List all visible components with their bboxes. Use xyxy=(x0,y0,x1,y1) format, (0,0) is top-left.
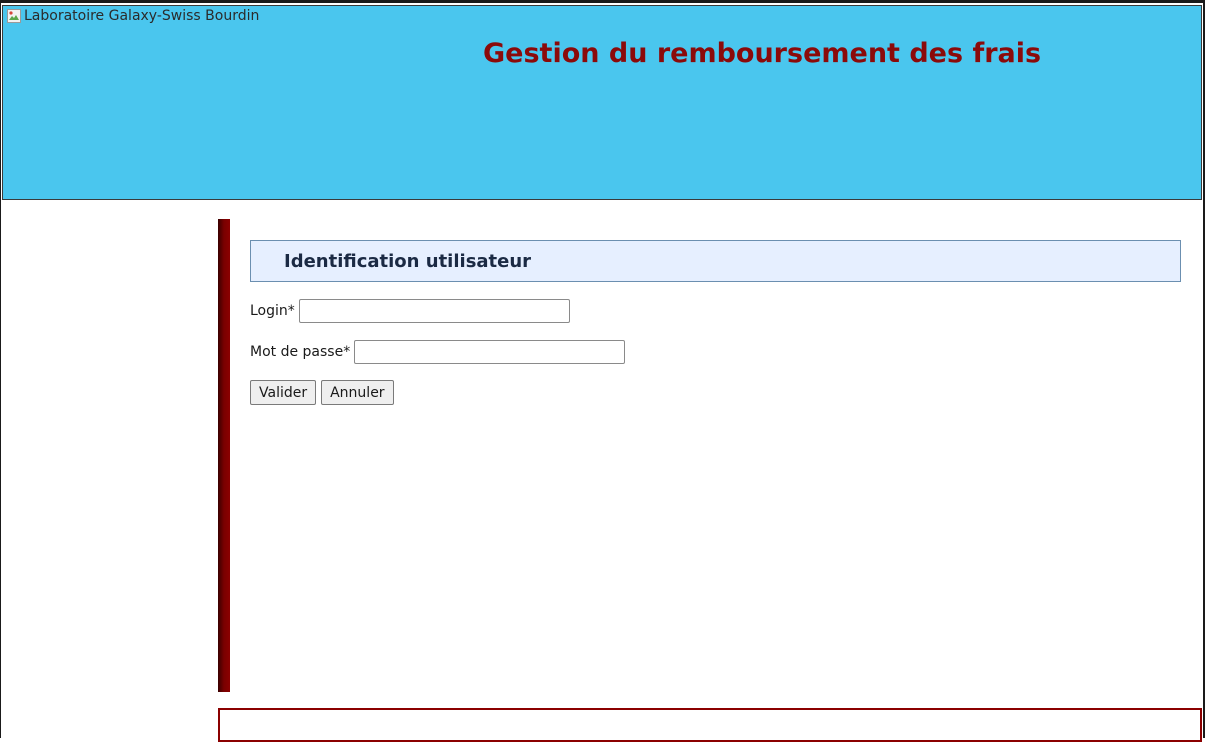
left-accent-bar xyxy=(218,219,230,692)
password-input[interactable] xyxy=(354,339,626,364)
login-input[interactable] xyxy=(298,298,570,323)
form-buttons: Valider Annuler xyxy=(250,380,1181,405)
login-row: Login* xyxy=(250,298,1181,323)
section-heading: Identification utilisateur xyxy=(250,240,1181,282)
site-header: Laboratoire Galaxy-Swiss Bourdin Gestion… xyxy=(2,5,1202,200)
logo-alt-text: Laboratoire Galaxy-Swiss Bourdin xyxy=(24,8,260,24)
submit-button[interactable]: Valider xyxy=(250,380,317,405)
cancel-button[interactable]: Annuler xyxy=(321,380,394,405)
footer-box xyxy=(218,708,1202,742)
page-title: Gestion du remboursement des frais xyxy=(483,38,1042,69)
password-row: Mot de passe* xyxy=(250,339,1181,364)
broken-image-icon xyxy=(6,8,22,24)
login-label: Login* xyxy=(250,302,295,319)
password-label: Mot de passe* xyxy=(250,343,351,360)
login-panel: Identification utilisateur Login* Mot de… xyxy=(250,240,1181,405)
company-logo: Laboratoire Galaxy-Swiss Bourdin xyxy=(6,8,259,24)
